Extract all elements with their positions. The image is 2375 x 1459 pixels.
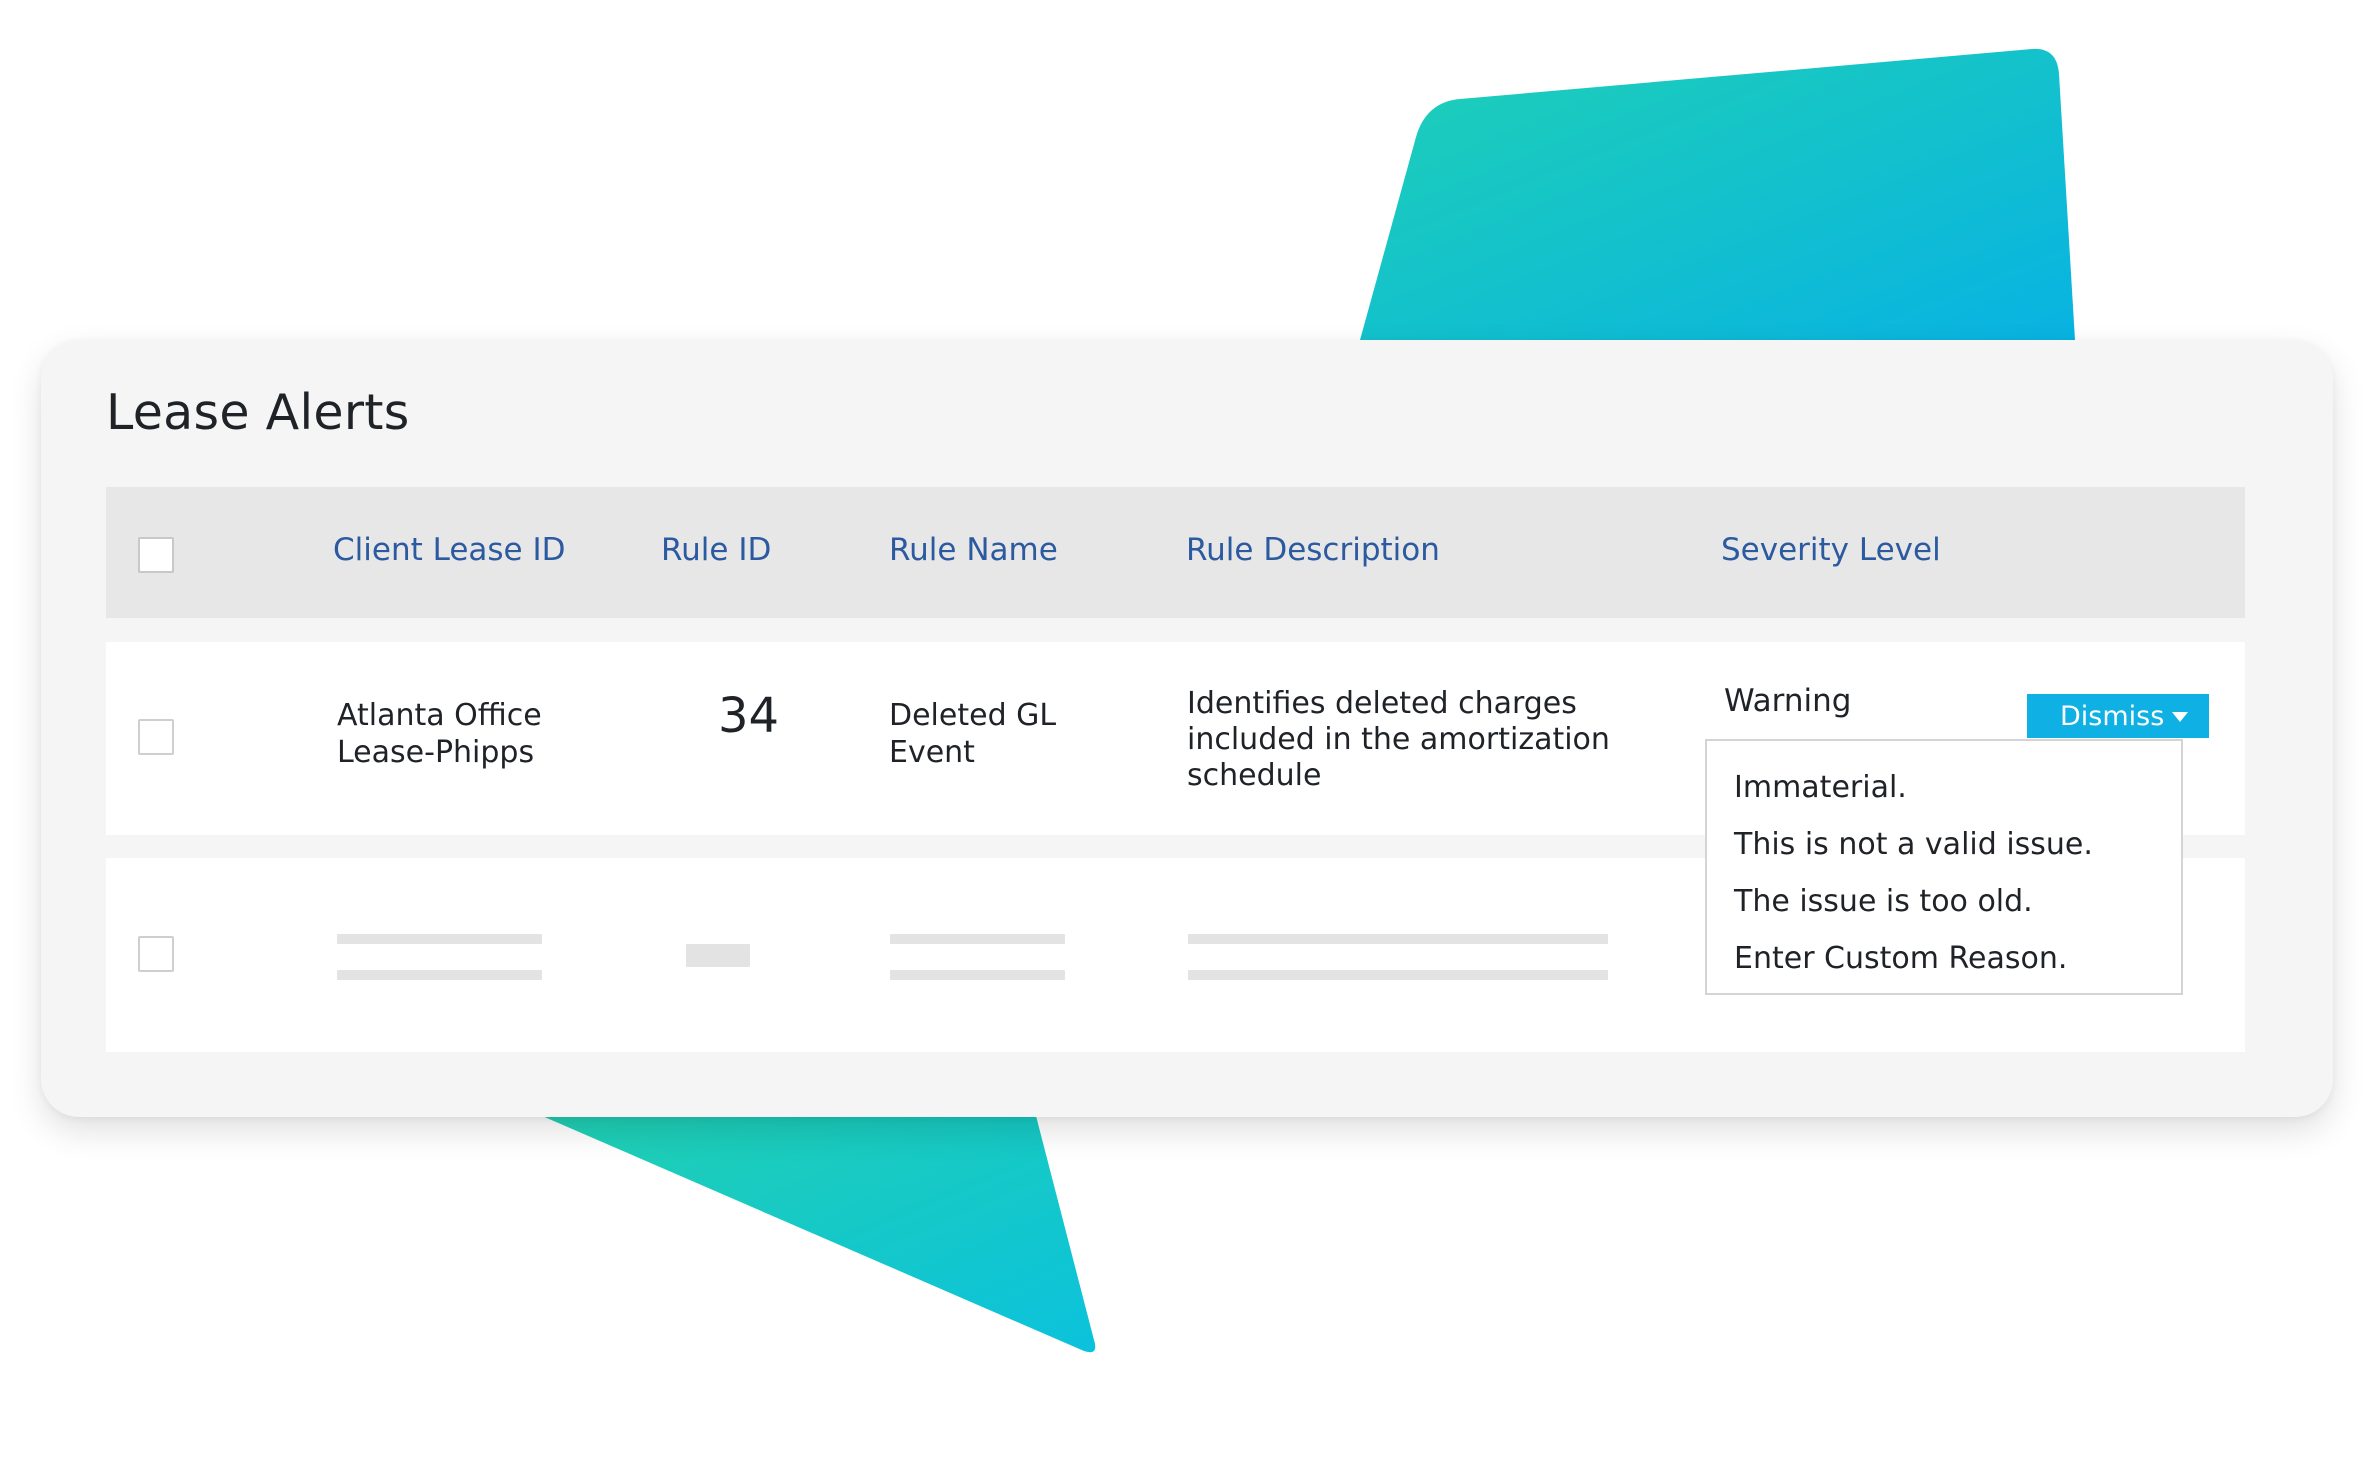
skeleton-line (1188, 934, 1608, 944)
column-header-rule-id[interactable]: Rule ID (661, 532, 771, 569)
top-accent-shape (1360, 48, 2075, 341)
skeleton-block (686, 944, 750, 967)
rule-name-cell: Deleted GL Event (889, 698, 1057, 770)
client-lease-id-cell: Atlanta Office Lease-Phipps (337, 698, 542, 770)
dismiss-button-label: Dismiss (2060, 700, 2165, 732)
column-header-severity-level[interactable]: Severity Level (1721, 532, 1941, 569)
row-select-checkbox[interactable] (138, 719, 174, 755)
dismiss-option-immaterial[interactable]: Immaterial. (1734, 759, 2181, 816)
table-row: Atlanta Office Lease-Phipps 34 Deleted G… (106, 642, 2245, 995)
column-header-client-lease-id[interactable]: Client Lease ID (333, 532, 566, 569)
dismiss-button[interactable]: Dismiss (2027, 694, 2209, 738)
lease-alerts-panel: Lease Alerts Client Lease ID Rule ID Rul… (41, 340, 2333, 1117)
rule-id-cell: 34 (718, 688, 780, 744)
bottom-accent-shape (533, 1112, 1096, 1353)
column-header-rule-name[interactable]: Rule Name (889, 532, 1058, 569)
dismiss-option-not-valid-issue[interactable]: This is not a valid issue. (1734, 816, 2181, 873)
skeleton-line (337, 934, 542, 944)
rule-description-cell: Identifies deleted charges included in t… (1187, 686, 1610, 793)
select-all-checkbox[interactable] (138, 537, 174, 573)
dismiss-reason-menu: Immaterial. This is not a valid issue. T… (1705, 739, 2183, 995)
table-header: Client Lease ID Rule ID Rule Name Rule D… (106, 487, 2245, 618)
skeleton-line (337, 970, 542, 980)
column-header-rule-description[interactable]: Rule Description (1186, 532, 1440, 569)
dismiss-option-custom-reason[interactable]: Enter Custom Reason. (1734, 930, 2181, 987)
row-select-checkbox[interactable] (138, 936, 174, 972)
page-title: Lease Alerts (106, 384, 410, 441)
skeleton-line (1188, 970, 1608, 980)
severity-level-cell: Warning (1724, 683, 1852, 719)
chevron-down-icon (2172, 712, 2188, 722)
skeleton-line (890, 934, 1065, 944)
skeleton-line (890, 970, 1065, 980)
dismiss-option-issue-too-old[interactable]: The issue is too old. (1734, 873, 2181, 930)
